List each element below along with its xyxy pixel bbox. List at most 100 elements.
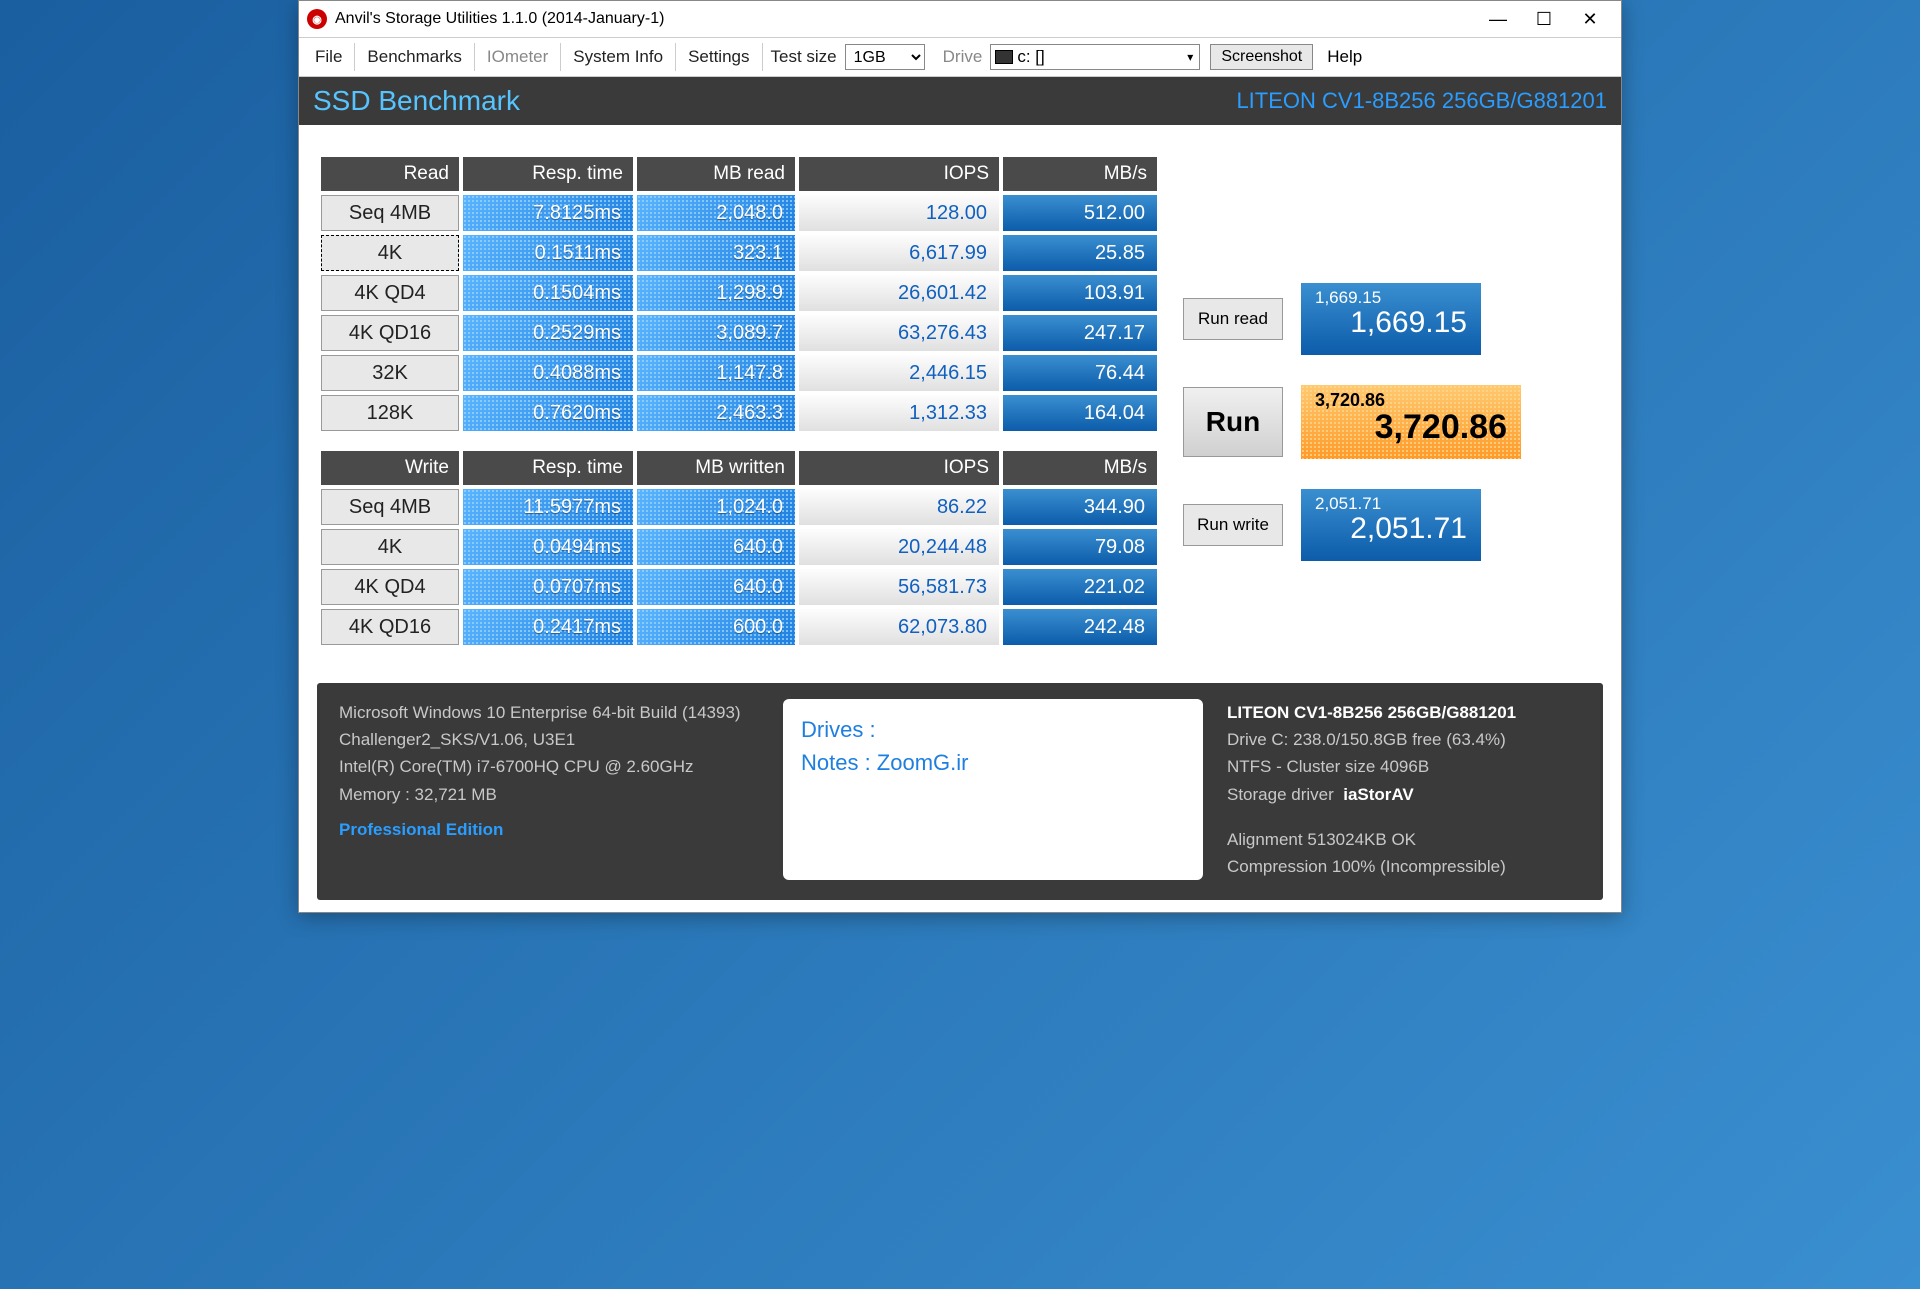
cell-resp: 0.7620ms [463,395,633,431]
total-score-large: 3,720.86 [1315,409,1507,446]
col-mbread: MB read [637,157,795,191]
cell-resp: 0.0707ms [463,569,633,605]
total-score-small: 3,720.86 [1315,391,1507,409]
drive-capacity: Drive C: 238.0/150.8GB free (63.4%) [1227,726,1516,753]
cell-iops: 26,601.42 [799,275,999,311]
row-label[interactable]: 4K QD16 [321,609,459,645]
cell-resp: 11.5977ms [463,489,633,525]
cell-iops: 56,581.73 [799,569,999,605]
drive-compression: Compression 100% (Incompressible) [1227,853,1516,880]
cell-mb: 640.0 [637,569,795,605]
row-label[interactable]: Seq 4MB [321,195,459,231]
screenshot-button[interactable]: Screenshot [1210,44,1313,70]
drive-select[interactable]: c: [] [990,44,1200,70]
drive-label: Drive [935,47,991,67]
cell-mbs: 512.00 [1003,195,1157,231]
system-info: Microsoft Windows 10 Enterprise 64-bit B… [339,699,759,880]
drive-title: LITEON CV1-8B256 256GB/G881201 [1227,699,1516,726]
row-label[interactable]: 4K [321,529,459,565]
menu-bar: File Benchmarks IOmeter System Info Sett… [299,37,1621,77]
close-button[interactable]: ✕ [1567,4,1613,34]
cell-mbs: 344.90 [1003,489,1157,525]
cell-mbs: 103.91 [1003,275,1157,311]
page-title: SSD Benchmark [313,85,520,117]
cell-resp: 0.1511ms [463,235,633,271]
row-label[interactable]: 32K [321,355,459,391]
board-line: Challenger2_SKS/V1.06, U3E1 [339,726,759,753]
cell-mb: 2,048.0 [637,195,795,231]
run-button[interactable]: Run [1183,387,1283,457]
cpu-line: Intel(R) Core(TM) i7-6700HQ CPU @ 2.60GH… [339,753,759,780]
drive-driver: iaStorAV [1343,785,1414,804]
cell-mbs: 164.04 [1003,395,1157,431]
cell-mbs: 25.85 [1003,235,1157,271]
write-score-small: 2,051.71 [1315,495,1467,512]
write-score-large: 2,051.71 [1315,512,1467,545]
cell-resp: 0.2529ms [463,315,633,351]
read-table: Read Resp. time MB read IOPS MB/s Seq 4M… [317,153,1161,435]
footer-panel: Microsoft Windows 10 Enterprise 64-bit B… [317,683,1603,900]
edition-label: Professional Edition [339,816,759,843]
cell-iops: 6,617.99 [799,235,999,271]
total-score-box: 3,720.86 3,720.86 [1301,385,1521,459]
col-mbs: MB/s [1003,157,1157,191]
cell-resp: 0.0494ms [463,529,633,565]
col-iops: IOPS [799,451,999,485]
minimize-button[interactable]: — [1475,4,1521,34]
cell-mb: 2,463.3 [637,395,795,431]
cell-iops: 128.00 [799,195,999,231]
cell-mb: 323.1 [637,235,795,271]
row-label[interactable]: 128K [321,395,459,431]
cell-mb: 1,298.9 [637,275,795,311]
drive-icon [995,50,1013,64]
cell-iops: 20,244.48 [799,529,999,565]
col-mbs: MB/s [1003,451,1157,485]
col-resp: Resp. time [463,157,633,191]
row-label[interactable]: 4K QD16 [321,315,459,351]
testsize-label: Test size [763,47,845,67]
drive-fs: NTFS - Cluster size 4096B [1227,753,1516,780]
write-table: Write Resp. time MB written IOPS MB/s Se… [317,447,1161,649]
menu-benchmarks[interactable]: Benchmarks [355,43,474,71]
menu-help[interactable]: Help [1313,47,1376,67]
col-resp: Resp. time [463,451,633,485]
app-icon: ◉ [307,9,327,29]
cell-iops: 2,446.15 [799,355,999,391]
cell-resp: 0.2417ms [463,609,633,645]
notes-notes: Notes : ZoomG.ir [801,746,1185,779]
read-heading: Read [321,157,459,191]
os-line: Microsoft Windows 10 Enterprise 64-bit B… [339,699,759,726]
row-label[interactable]: 4K [321,235,459,271]
menu-settings[interactable]: Settings [676,43,762,71]
drive-alignment: Alignment 513024KB OK [1227,826,1516,853]
title-bar[interactable]: ◉ Anvil's Storage Utilities 1.1.0 (2014-… [299,1,1621,37]
cell-mbs: 221.02 [1003,569,1157,605]
drive-value: c: [] [1017,47,1044,67]
notes-box[interactable]: Drives : Notes : ZoomG.ir [783,699,1203,880]
cell-mb: 640.0 [637,529,795,565]
notes-drives: Drives : [801,713,1185,746]
run-write-button[interactable]: Run write [1183,504,1283,546]
app-window: ◉ Anvil's Storage Utilities 1.1.0 (2014-… [298,0,1622,913]
cell-mbs: 242.48 [1003,609,1157,645]
menu-systeminfo[interactable]: System Info [561,43,676,71]
cell-mb: 600.0 [637,609,795,645]
row-label[interactable]: 4K QD4 [321,275,459,311]
menu-iometer[interactable]: IOmeter [475,43,561,71]
col-mbwritten: MB written [637,451,795,485]
row-label[interactable]: Seq 4MB [321,489,459,525]
menu-file[interactable]: File [303,43,355,71]
cell-mb: 1,024.0 [637,489,795,525]
cell-mbs: 79.08 [1003,529,1157,565]
content-area: Read Resp. time MB read IOPS MB/s Seq 4M… [299,125,1621,912]
maximize-button[interactable]: ☐ [1521,4,1567,34]
run-read-button[interactable]: Run read [1183,298,1283,340]
cell-iops: 1,312.33 [799,395,999,431]
memory-line: Memory : 32,721 MB [339,781,759,808]
row-label[interactable]: 4K QD4 [321,569,459,605]
cell-mbs: 247.17 [1003,315,1157,351]
cell-mb: 3,089.7 [637,315,795,351]
read-score-large: 1,669.15 [1315,306,1467,339]
testsize-select[interactable]: 1GB [845,44,925,70]
write-score-box: 2,051.71 2,051.71 [1301,489,1481,561]
